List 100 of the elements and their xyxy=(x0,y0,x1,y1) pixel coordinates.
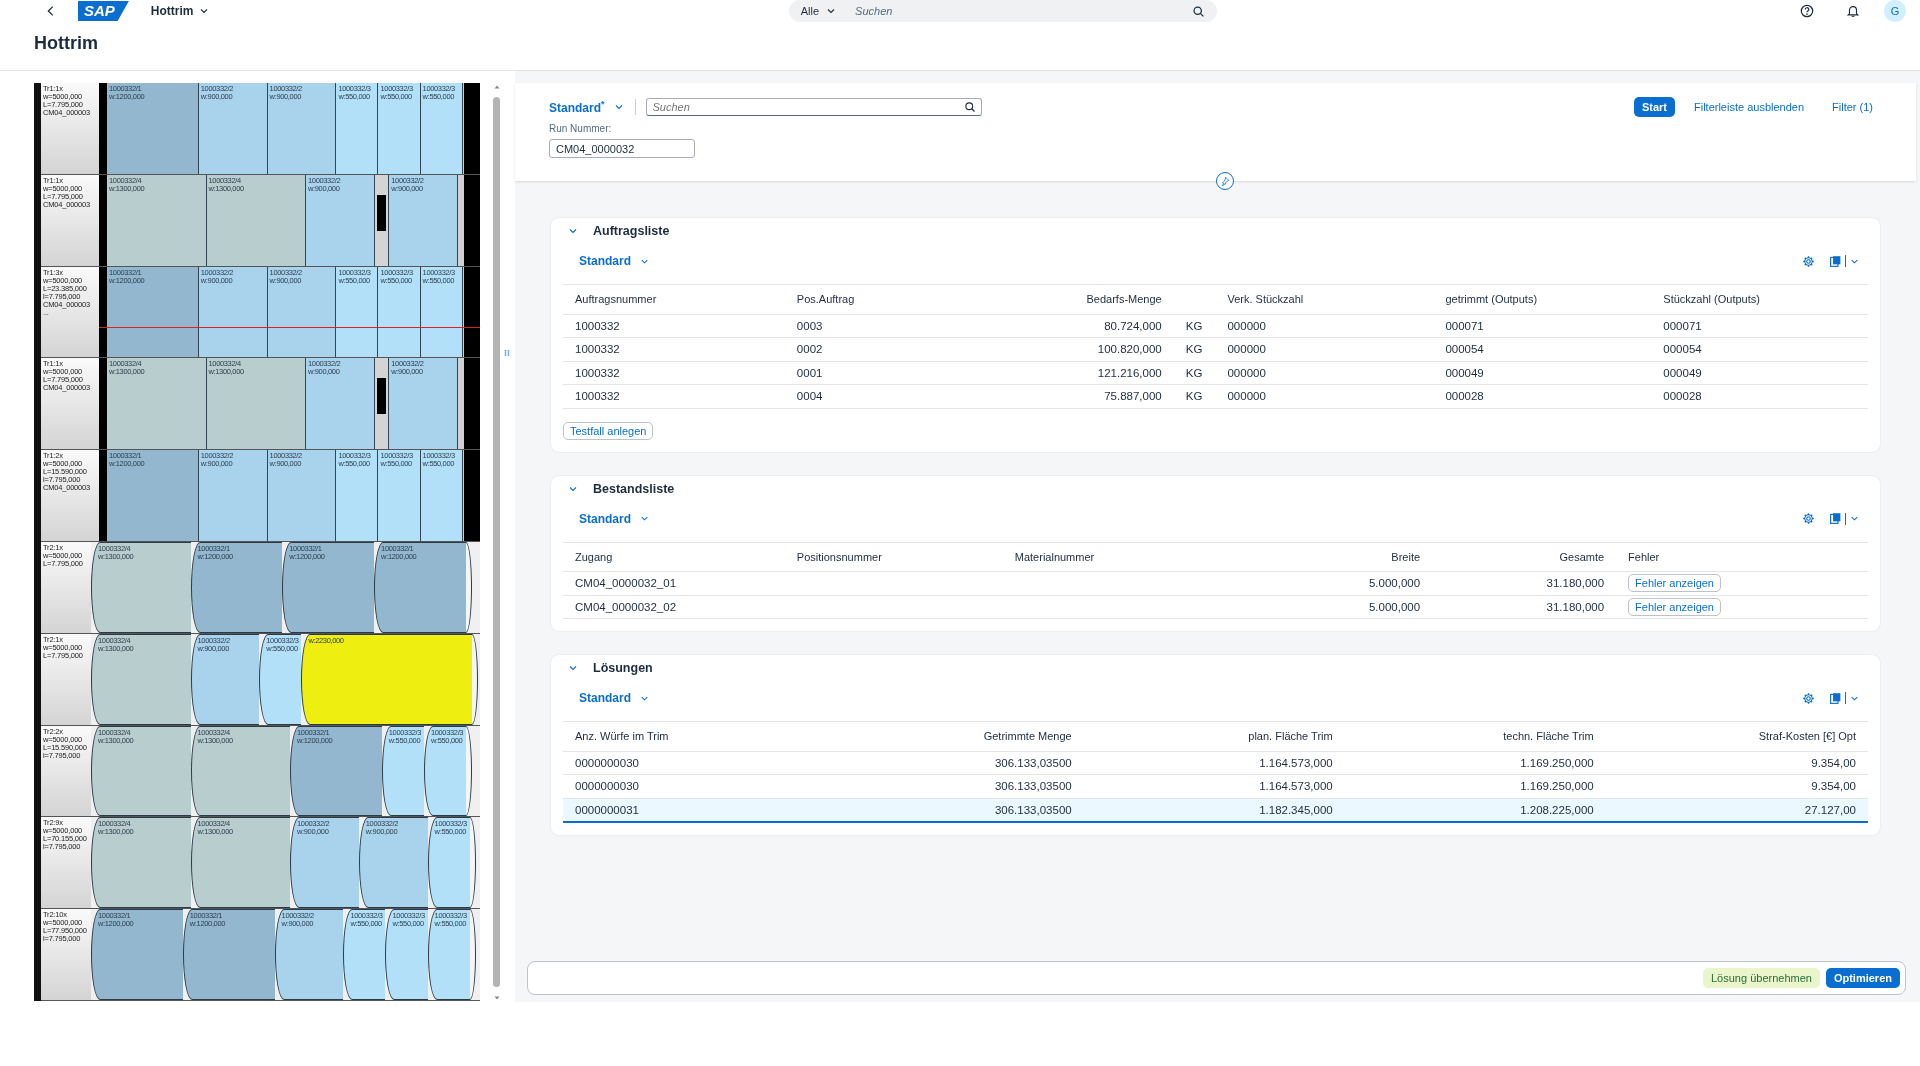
table-row[interactable]: 0000000031 306.133,03500 1.182.345,000 1.208.225,000 27.127,00 xyxy=(563,798,1868,822)
pin-button[interactable] xyxy=(1215,172,1234,190)
waste-block xyxy=(376,378,387,415)
toolbar-button[interactable]: Start xyxy=(1633,97,1675,117)
pin-icon xyxy=(1219,176,1230,186)
table-cell: 306.133,03500 xyxy=(994,803,1072,816)
variant-select[interactable]: Standard xyxy=(579,511,660,526)
table-cell: 1.169.250,000 xyxy=(1520,756,1594,769)
table-cell: 1.169.250,000 xyxy=(1520,780,1594,793)
table-cell: 0000000030 xyxy=(575,780,639,793)
export-icon xyxy=(1829,691,1842,705)
show-errors-button[interactable]: Fehler anzeigen xyxy=(1628,597,1721,616)
table-cell: 1000332 xyxy=(575,366,620,379)
filter-label: Run Nummer: xyxy=(549,123,613,134)
table-cell: KG xyxy=(1185,343,1203,356)
column-header: Bedarfs-Menge xyxy=(1086,293,1162,306)
search-icon[interactable] xyxy=(1191,4,1205,18)
table-cell: 0003 xyxy=(796,319,823,332)
scope-select[interactable]: Alle xyxy=(800,5,844,17)
table-cell: 75.887,000 xyxy=(1104,390,1162,403)
table-cell: KG xyxy=(1185,390,1203,403)
table-cell: 1.164.573,000 xyxy=(1259,756,1333,769)
help-icon[interactable] xyxy=(1800,4,1814,18)
variant-select[interactable]: Standard$^{*}$ xyxy=(549,99,636,115)
variant-select[interactable]: Standard xyxy=(579,691,660,705)
table-cell: KG xyxy=(1185,366,1203,379)
column-header: Zugang xyxy=(575,550,613,563)
settings-icon[interactable] xyxy=(1802,254,1815,268)
settings-icon[interactable] xyxy=(1802,512,1815,525)
table-cell: 31.180,000 xyxy=(1546,600,1605,613)
table-cell: 000000 xyxy=(1227,343,1266,356)
search-input[interactable]: Suchen xyxy=(853,4,1182,18)
table-cell: 306.133,03500 xyxy=(994,756,1072,769)
table-cell: 0002 xyxy=(796,343,823,356)
column-header: Straf-Kosten [€] Opt xyxy=(1758,730,1856,743)
table-cell: 1.208.225,000 xyxy=(1520,803,1594,816)
column-header: Getrimmte Menge xyxy=(983,730,1072,743)
table-cell: 100.820,000 xyxy=(1097,343,1162,356)
column-header: plan. Fläche Trim xyxy=(1248,730,1333,743)
export-button[interactable] xyxy=(1829,512,1860,525)
notification-icon[interactable] xyxy=(1846,4,1860,18)
column-header: Verk. Stückzahl xyxy=(1227,293,1304,306)
table-cell: 1.182.345,000 xyxy=(1259,803,1333,816)
logo[interactable]: SAP xyxy=(78,1,129,21)
scrollbar[interactable] xyxy=(492,83,501,1002)
section-title: Auftragsliste xyxy=(593,224,670,238)
search-icon[interactable] xyxy=(963,101,976,113)
app-title-menu[interactable]: Hottrim xyxy=(150,4,210,18)
column-header: Positionsnummer xyxy=(796,550,882,563)
search-field[interactable]: Alle Suchen xyxy=(788,0,1217,22)
user-avatar[interactable]: G xyxy=(1884,0,1906,22)
table-cell: 121.216,000 xyxy=(1097,366,1162,379)
waste-block xyxy=(376,194,387,231)
column-header: Anz. Würfe im Trim xyxy=(575,730,669,743)
table-cell: 000049 xyxy=(1663,366,1702,379)
scroll-up-icon[interactable] xyxy=(492,83,501,91)
table-cell: CM04_0000032_01 xyxy=(575,577,677,590)
table-cell: 000000 xyxy=(1227,366,1266,379)
create-test-case-button[interactable]: Testfall anlegen xyxy=(563,421,654,440)
table-cell: 1000332 xyxy=(575,319,620,332)
table-cell: 000028 xyxy=(1663,390,1702,403)
table-cell: 9.354,00 xyxy=(1811,756,1856,769)
footer-button[interactable]: Optimieren xyxy=(1825,968,1900,988)
table-cell: 000000 xyxy=(1227,390,1266,403)
filter-input[interactable]: CM04_0000032 xyxy=(549,139,695,158)
toolbar-button[interactable]: Filterleiste ausblenden xyxy=(1684,97,1814,117)
table-cell: 0004 xyxy=(796,390,823,403)
table-row[interactable]: 0000000030 306.133,03500 1.164.573,000 1.169.250,000 9.354,00 xyxy=(563,751,1868,775)
section-title: Bestandsliste xyxy=(593,481,675,496)
table-cell: 000054 xyxy=(1445,343,1484,356)
table-cell: CM04_0000032_02 xyxy=(575,600,677,613)
table-cell: 000049 xyxy=(1445,366,1484,379)
table-cell: 0001 xyxy=(796,366,823,379)
scroll-down-icon[interactable] xyxy=(492,994,501,1002)
settings-icon[interactable] xyxy=(1802,691,1815,705)
column-header: Pos.Auftrag xyxy=(796,293,855,306)
export-icon xyxy=(1829,512,1842,525)
table-cell: 000028 xyxy=(1445,390,1484,403)
table-cell: 27.127,00 xyxy=(1804,803,1856,816)
column-header: Fehler xyxy=(1628,550,1660,563)
export-button[interactable] xyxy=(1829,691,1860,705)
scroll-thumb[interactable] xyxy=(493,97,500,987)
table-cell: 5.000,000 xyxy=(1368,577,1421,590)
column-header: Breite xyxy=(1391,550,1421,563)
table-cell: 0000000031 xyxy=(575,803,639,816)
variant-select[interactable]: Standard xyxy=(579,254,660,268)
table-cell: KG xyxy=(1185,319,1203,332)
column-header: Auftragsnummer xyxy=(575,293,657,306)
table-cell: 000071 xyxy=(1445,319,1484,332)
table-cell: 000071 xyxy=(1663,319,1702,332)
show-errors-button[interactable]: Fehler anzeigen xyxy=(1628,574,1721,593)
table-cell: 1.164.573,000 xyxy=(1259,780,1333,793)
column-header: Stückzahl (Outputs) xyxy=(1663,293,1760,306)
table-row[interactable]: 0000000030 306.133,03500 1.164.573,000 1.169.250,000 9.354,00 xyxy=(563,774,1868,798)
footer-button[interactable]: Lösung übernehmen xyxy=(1703,968,1820,988)
table-cell: 80.724,000 xyxy=(1104,319,1162,332)
search-field[interactable]: Suchen xyxy=(645,98,982,116)
column-header: Gesamte xyxy=(1559,550,1605,563)
export-button[interactable] xyxy=(1829,254,1860,268)
toolbar-button[interactable]: Filter (1) xyxy=(1823,97,1882,117)
